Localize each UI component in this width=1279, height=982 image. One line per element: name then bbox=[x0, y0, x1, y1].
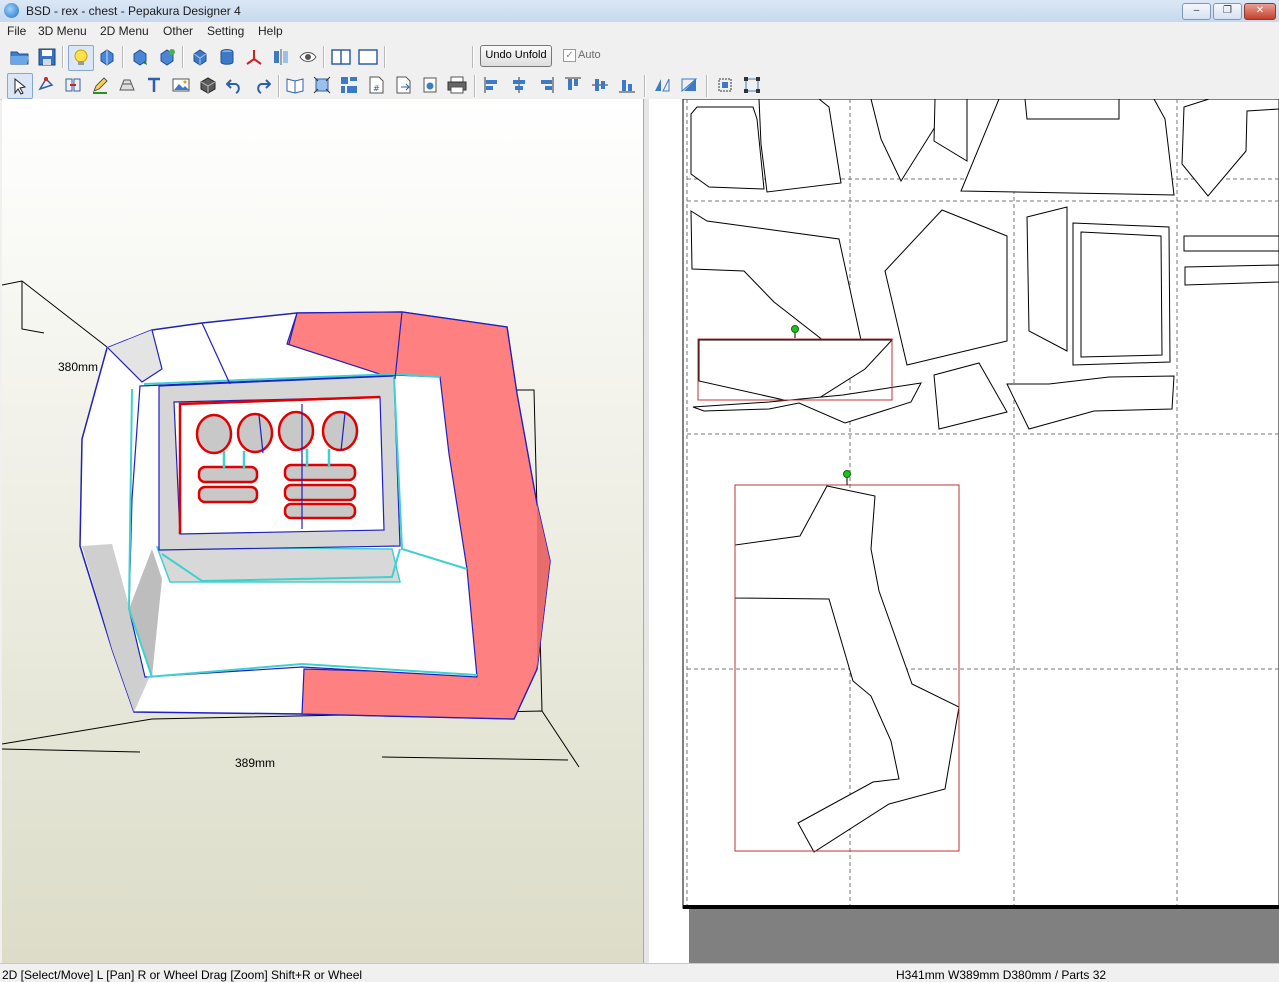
auto-checkbox-label: Auto bbox=[578, 49, 601, 61]
image-icon[interactable] bbox=[169, 73, 193, 97]
menu-file[interactable]: File bbox=[7, 24, 26, 38]
status-mode-hint: 2D [Select/Move] L [Pan] R or Wheel Drag… bbox=[2, 968, 363, 982]
pepakura-app-icon bbox=[4, 3, 19, 18]
toolbar-separator bbox=[182, 46, 184, 68]
axis-icon[interactable] bbox=[242, 45, 266, 69]
flip-horizontal-icon[interactable] bbox=[650, 73, 674, 97]
align-right-icon[interactable] bbox=[534, 73, 558, 97]
height-dimension-label: 380mm bbox=[58, 360, 99, 374]
arrange-icon[interactable] bbox=[337, 73, 361, 97]
3d-model-canvas[interactable] bbox=[2, 99, 643, 963]
single-view-icon[interactable] bbox=[356, 45, 380, 69]
close-button[interactable]: ✕ bbox=[1244, 3, 1276, 20]
cube-icon-2[interactable] bbox=[188, 45, 212, 69]
cylinder-icon[interactable] bbox=[215, 45, 239, 69]
redo-icon[interactable] bbox=[250, 73, 274, 97]
toolbar-separator bbox=[706, 75, 708, 97]
toolbar-separator bbox=[472, 46, 474, 68]
print-icon[interactable] bbox=[445, 73, 469, 97]
save-icon[interactable] bbox=[35, 45, 59, 69]
page-number-icon[interactable]: # bbox=[364, 73, 388, 97]
status-bar: 2D [Select/Move] L [Pan] R or Wheel Drag… bbox=[0, 963, 1279, 982]
toolbar-separator bbox=[384, 46, 386, 68]
align-bottom-icon[interactable] bbox=[615, 73, 639, 97]
cube-edit-icon[interactable] bbox=[155, 45, 179, 69]
scale-icon[interactable] bbox=[740, 73, 764, 97]
book-icon[interactable] bbox=[283, 73, 307, 97]
toolbar-separator bbox=[474, 75, 476, 97]
svg-text:#: # bbox=[373, 84, 380, 93]
menu-setting[interactable]: Setting bbox=[207, 24, 244, 38]
join-parts-icon[interactable] bbox=[61, 73, 85, 97]
minimize-button[interactable]: – bbox=[1182, 3, 1211, 20]
rotate-model-alt-icon[interactable] bbox=[128, 45, 152, 69]
3d-view[interactable]: 380mm 389mm bbox=[2, 99, 644, 963]
light-bulb-icon[interactable] bbox=[68, 45, 94, 71]
menu-help[interactable]: Help bbox=[258, 24, 283, 38]
select-move-icon[interactable] bbox=[7, 73, 33, 99]
align-left-icon[interactable] bbox=[480, 73, 504, 97]
maximize-button[interactable]: ❐ bbox=[1213, 3, 1242, 20]
width-dimension-label: 389mm bbox=[235, 756, 276, 770]
pen-icon[interactable] bbox=[88, 73, 112, 97]
align-top-icon[interactable] bbox=[561, 73, 585, 97]
toolbar-separator bbox=[323, 46, 325, 68]
status-model-dimensions: H341mm W389mm D380mm / Parts 32 bbox=[896, 968, 1107, 982]
undo-unfold-button[interactable]: Undo Unfold bbox=[480, 45, 552, 67]
open-folder-icon[interactable] bbox=[8, 45, 32, 69]
2d-pattern-canvas[interactable] bbox=[649, 99, 1279, 963]
edge-edit-icon[interactable] bbox=[34, 73, 58, 97]
flip-vertical-icon[interactable] bbox=[677, 73, 701, 97]
toolbar-separator bbox=[644, 75, 646, 97]
edit-toolbar: # bbox=[0, 71, 1279, 100]
title-bar: BSD - rex - chest - Pepakura Designer 4 … bbox=[0, 0, 1279, 23]
split-view-icon[interactable] bbox=[329, 45, 353, 69]
undo-icon[interactable] bbox=[223, 73, 247, 97]
menu-bar: File 3D Menu 2D Menu Other Setting Help bbox=[0, 22, 1279, 41]
print-setup-icon[interactable] bbox=[418, 73, 442, 97]
toolbar-separator bbox=[62, 46, 64, 68]
align-middle-icon[interactable] bbox=[588, 73, 612, 97]
fit-icon[interactable] bbox=[310, 73, 334, 97]
menu-2d[interactable]: 2D Menu bbox=[100, 24, 149, 38]
rotate-model-icon[interactable] bbox=[95, 45, 119, 69]
eye-icon[interactable] bbox=[296, 45, 320, 69]
box-icon[interactable] bbox=[196, 73, 220, 97]
align-center-icon[interactable] bbox=[507, 73, 531, 97]
toolbar-separator bbox=[122, 46, 124, 68]
menu-other[interactable]: Other bbox=[163, 24, 193, 38]
text-icon[interactable] bbox=[142, 73, 166, 97]
flap-icon[interactable] bbox=[115, 73, 139, 97]
group-icon[interactable] bbox=[713, 73, 737, 97]
2d-unfold-view[interactable] bbox=[649, 99, 1279, 963]
export-icon[interactable] bbox=[391, 73, 415, 97]
toolbar-separator bbox=[278, 75, 280, 97]
window-title: BSD - rex - chest - Pepakura Designer 4 bbox=[26, 4, 241, 18]
main-toolbar: Undo Unfold ✓ Auto bbox=[0, 42, 1279, 71]
menu-3d[interactable]: 3D Menu bbox=[38, 24, 87, 38]
mirror-icon[interactable] bbox=[269, 45, 293, 69]
auto-checkbox[interactable]: ✓ bbox=[563, 49, 576, 62]
